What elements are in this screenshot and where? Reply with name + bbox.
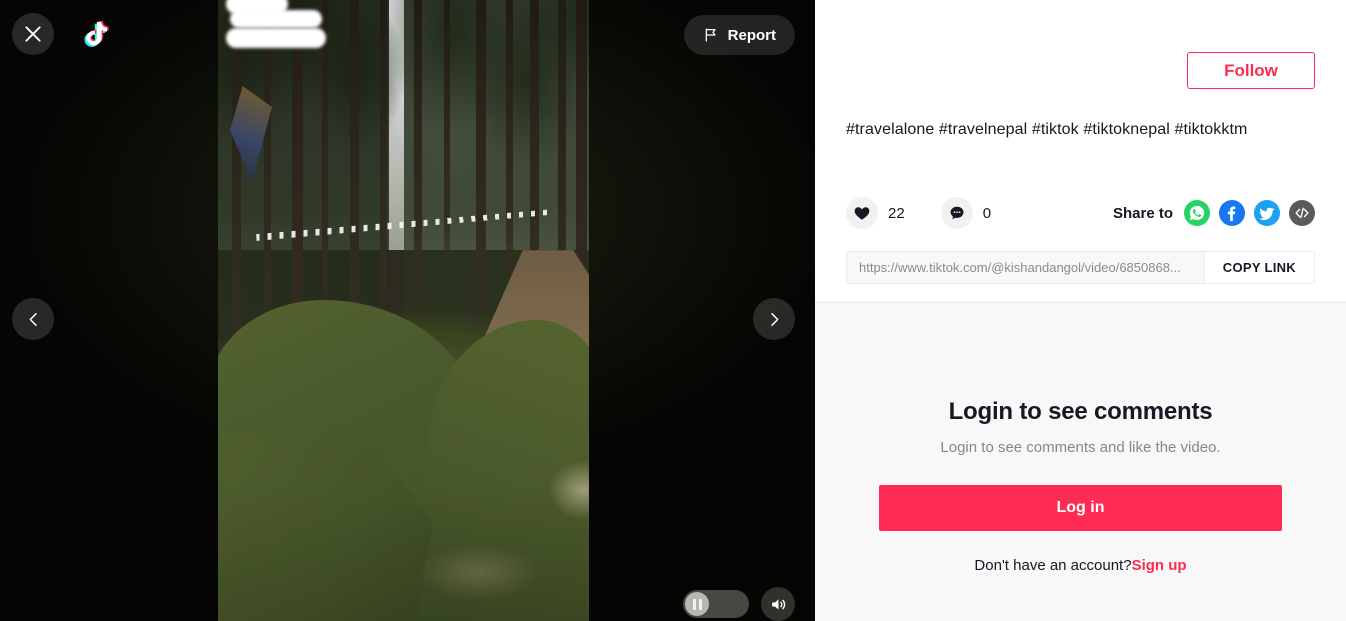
share-to-label: Share to bbox=[1112, 204, 1173, 222]
embed-code-icon bbox=[1289, 200, 1315, 226]
signup-prompt: Don't have an account? bbox=[974, 557, 1132, 574]
seek-bar[interactable] bbox=[683, 590, 749, 618]
like-button[interactable] bbox=[846, 197, 878, 229]
username-redaction-overlay bbox=[226, 0, 366, 48]
comments-login-section: Login to see comments Login to see comme… bbox=[815, 303, 1346, 621]
copy-link-button[interactable]: COPY LINK bbox=[1203, 252, 1314, 283]
login-subtitle: Login to see comments and like the video… bbox=[940, 439, 1221, 456]
tiktok-video-page: Report Follow #travelalone #travelnepal … bbox=[0, 0, 1346, 621]
tiktok-logo[interactable] bbox=[78, 16, 116, 54]
volume-on-icon bbox=[771, 598, 785, 610]
video-still bbox=[218, 0, 589, 621]
comment-button[interactable] bbox=[940, 197, 973, 229]
pause-icon-bar bbox=[698, 598, 702, 610]
pause-button[interactable] bbox=[685, 592, 709, 616]
engagement-row: 22 0 Share to bbox=[846, 197, 1315, 229]
video-player[interactable] bbox=[218, 0, 589, 621]
panel-top-section: Follow #travelalone #travelnepal #tiktok… bbox=[815, 0, 1346, 303]
pause-icon-bar bbox=[692, 598, 696, 610]
signup-link[interactable]: Sign up bbox=[1132, 557, 1187, 574]
close-button[interactable] bbox=[12, 13, 54, 55]
report-button-label: Report bbox=[727, 26, 776, 44]
volume-button[interactable] bbox=[761, 587, 795, 621]
video-caption: #travelalone #travelnepal #tiktok #tikto… bbox=[846, 121, 1248, 138]
share-whatsapp-button[interactable] bbox=[1184, 200, 1210, 226]
follow-button[interactable]: Follow bbox=[1187, 52, 1315, 89]
previous-video-button[interactable] bbox=[12, 298, 54, 340]
tiktok-logo-icon bbox=[84, 21, 109, 47]
video-stage: Report bbox=[0, 0, 815, 621]
share-facebook-button[interactable] bbox=[1219, 200, 1245, 226]
like-stat: 22 bbox=[846, 197, 905, 229]
like-count: 22 bbox=[888, 204, 905, 222]
login-button[interactable]: Log in bbox=[879, 485, 1282, 531]
chevron-left-icon bbox=[29, 312, 37, 326]
facebook-icon bbox=[1219, 200, 1245, 226]
signup-row: Don't have an account?Sign up bbox=[974, 557, 1186, 574]
share-embed-button[interactable] bbox=[1289, 200, 1315, 226]
whatsapp-icon bbox=[1184, 200, 1210, 226]
chevron-right-icon bbox=[770, 312, 778, 326]
comment-count: 0 bbox=[982, 204, 992, 222]
comment-stat: 0 bbox=[940, 197, 992, 229]
heart-icon bbox=[854, 207, 870, 220]
report-button[interactable]: Report bbox=[683, 15, 795, 55]
flag-icon bbox=[705, 28, 716, 42]
video-info-panel: Follow #travelalone #travelnepal #tiktok… bbox=[815, 0, 1346, 621]
share-twitter-button[interactable] bbox=[1254, 200, 1280, 226]
comment-icon bbox=[950, 206, 964, 220]
video-url-field[interactable]: https://www.tiktok.com/@kishandangol/vid… bbox=[847, 252, 1204, 283]
close-icon bbox=[25, 26, 41, 42]
share-group: Share to bbox=[1113, 200, 1315, 226]
next-video-button[interactable] bbox=[753, 298, 795, 340]
player-controls bbox=[683, 587, 795, 621]
scene-vignette bbox=[218, 0, 589, 621]
login-title: Login to see comments bbox=[948, 398, 1213, 425]
follow-row: Follow bbox=[846, 0, 1315, 89]
twitter-icon bbox=[1254, 200, 1280, 226]
copy-link-row: https://www.tiktok.com/@kishandangol/vid… bbox=[846, 251, 1315, 284]
